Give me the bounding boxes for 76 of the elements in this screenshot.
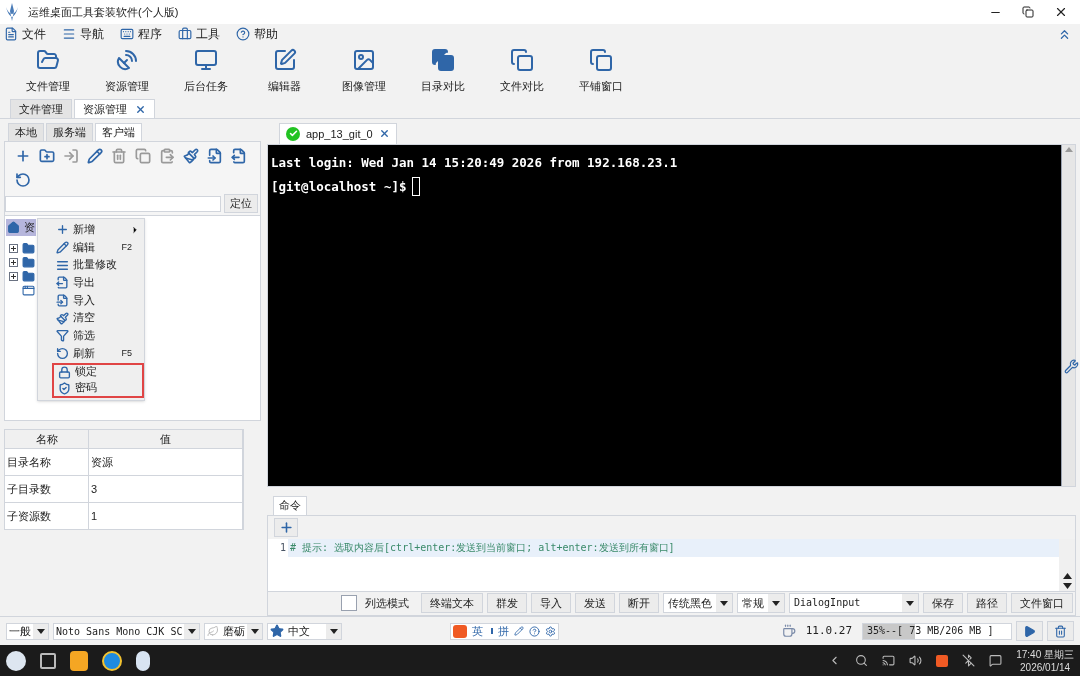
line-number: 1 bbox=[278, 541, 287, 555]
menu-item[interactable]: 锁定 bbox=[52, 362, 144, 381]
menu-item[interactable]: 导出 bbox=[52, 274, 144, 292]
dropdown[interactable]: 常规 bbox=[737, 593, 785, 614]
menu-item[interactable]: 工具 bbox=[178, 25, 220, 43]
menu-item[interactable]: 筛选 bbox=[52, 327, 144, 345]
toolbar-button[interactable]: 文件管理 bbox=[8, 48, 87, 95]
toolbar-button[interactable]: 后台任务 bbox=[166, 48, 245, 95]
menu-item[interactable]: 文件 bbox=[4, 25, 46, 43]
toolbar-button[interactable]: 导入 bbox=[531, 593, 571, 614]
toolbar-button[interactable]: 终端文本 bbox=[421, 593, 483, 614]
terminal-line: [git@localhost ~]$ bbox=[271, 177, 407, 196]
dropdown[interactable]: 磨砺 bbox=[204, 622, 264, 640]
toolbar-button[interactable]: 图像管理 bbox=[324, 48, 403, 95]
toolbar-button[interactable]: 平铺窗口 bbox=[561, 48, 640, 95]
table-cell: 资源 bbox=[89, 449, 243, 475]
code-comment: # 提示: 选取内容后[ctrl+enter:发送到当前窗口; alt+enter:发送到所有窗口] bbox=[290, 542, 675, 553]
dropdown-value: Noto Sans Mono CJK SC bbox=[56, 624, 183, 639]
toolbar-button[interactable]: 路径 bbox=[967, 593, 1007, 614]
menu-item[interactable]: 程序 bbox=[120, 25, 162, 43]
document-tab[interactable]: 文件管理 bbox=[10, 99, 72, 118]
toolbar-button[interactable]: 发送 bbox=[575, 593, 615, 614]
dropdown[interactable]: 传统黑色 bbox=[663, 593, 733, 614]
table-cell: 子资源数 bbox=[5, 503, 89, 529]
toolbar-button[interactable]: 保存 bbox=[923, 593, 963, 614]
dropdown-value: 中文 bbox=[288, 623, 311, 639]
menu-item[interactable]: 刷新 F5 bbox=[52, 344, 144, 363]
table-cell: 子目录数 bbox=[5, 476, 89, 502]
memory-text: 35%--[ 73 MB/206 MB ] bbox=[866, 624, 994, 638]
menu-item[interactable]: 帮助 bbox=[236, 25, 278, 43]
toolbar-button[interactable]: 断开 bbox=[619, 593, 659, 614]
dropdown-value: DialogInput bbox=[793, 596, 862, 611]
dropdown-value: 常规 bbox=[741, 596, 765, 612]
dropdown[interactable]: DialogInput bbox=[789, 593, 919, 614]
document-tab[interactable]: 资源管理 bbox=[74, 99, 155, 118]
menu-item[interactable]: 编辑 F2 bbox=[52, 238, 144, 257]
ime-mode: 拼 bbox=[498, 623, 510, 639]
table-cell: 目录名称 bbox=[5, 449, 89, 475]
toolbar-button[interactable]: 编辑器 bbox=[245, 48, 324, 95]
dropdown-value: 一般 bbox=[9, 623, 31, 639]
window-title: 运维桌面工具套装软件(个人版) bbox=[28, 4, 180, 20]
panel-tab[interactable]: 本地 bbox=[8, 123, 44, 141]
menu-item[interactable]: 新增 bbox=[52, 221, 144, 239]
table-cell: 3 bbox=[89, 476, 243, 502]
locate-button[interactable]: 定位 bbox=[224, 194, 258, 213]
menu-item[interactable]: 批量修改 bbox=[52, 256, 144, 275]
clock-date: 2026/01/14 bbox=[1020, 660, 1071, 674]
toolbar-button[interactable]: 目录对比 bbox=[403, 48, 482, 95]
panel-tab[interactable]: 服务端 bbox=[46, 123, 93, 141]
java-version: 11.0.27 bbox=[805, 622, 852, 639]
ime-toolbar[interactable]: 英 拼 bbox=[450, 622, 560, 640]
command-tab[interactable]: 命令 bbox=[273, 496, 307, 515]
menu-item[interactable]: 密码 bbox=[52, 380, 144, 398]
tree-item[interactable]: 资 bbox=[6, 219, 36, 236]
terminal-tab[interactable]: app_13_git_0 bbox=[279, 122, 397, 144]
toolbar-button[interactable]: 文件窗口 bbox=[1011, 593, 1073, 614]
menu-item[interactable]: 清空 bbox=[52, 309, 144, 328]
menu-item[interactable]: 导航 bbox=[62, 25, 104, 43]
terminal-line: Last login: Wed Jan 14 15:20:49 2026 from 192.168.23.1 bbox=[271, 153, 678, 172]
dropdown[interactable]: Noto Sans Mono CJK SC bbox=[53, 622, 201, 640]
clock-time: 17:40 星期三 bbox=[1016, 647, 1074, 661]
toolbar-button[interactable]: 资源管理 bbox=[87, 48, 166, 95]
table-cell: 1 bbox=[89, 503, 243, 529]
dropdown[interactable]: 一般 bbox=[6, 622, 49, 640]
dropdown[interactable]: 中文 bbox=[267, 622, 343, 640]
column-header: 值 bbox=[89, 430, 243, 448]
dropdown-value: 传统黑色 bbox=[667, 596, 713, 612]
checkbox-label: 列选模式 bbox=[365, 596, 409, 612]
column-header: 名称 bbox=[5, 430, 89, 448]
dropdown-value: 磨砺 bbox=[223, 623, 246, 639]
terminal-screen[interactable]: Last login: Wed Jan 14 15:20:49 2026 from 192.168.23.1 [git@localhost ~]$ bbox=[268, 144, 1061, 487]
menu-item[interactable]: 导入 bbox=[52, 291, 144, 310]
toolbar-button[interactable]: 群发 bbox=[487, 593, 527, 614]
ime-mode: 英 bbox=[472, 623, 484, 639]
toolbar-button[interactable]: 文件对比 bbox=[482, 48, 561, 95]
panel-tab[interactable]: 客户端 bbox=[95, 123, 142, 141]
